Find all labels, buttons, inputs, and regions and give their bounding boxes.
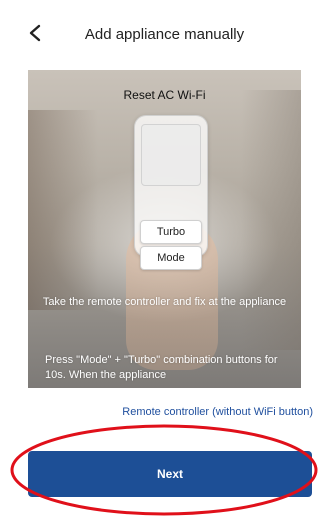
chevron-left-icon <box>29 24 41 42</box>
app-header: Add appliance manually <box>0 0 329 66</box>
next-button[interactable]: Next <box>28 451 312 497</box>
reset-title: Reset AC Wi-Fi <box>123 88 206 102</box>
remote-controller-illustration: Turbo Mode <box>134 115 208 270</box>
press-instruction-text: Press "Mode" + "Turbo" combination butto… <box>45 354 278 381</box>
back-button[interactable] <box>22 20 48 46</box>
page-title: Add appliance manually <box>84 26 245 43</box>
background-decor <box>28 110 98 310</box>
background-decor <box>241 90 301 350</box>
reset-instruction-image: Reset AC Wi-Fi Turbo Mode Take the remot… <box>28 70 301 388</box>
remote-without-wifi-link[interactable]: Remote controller (without WiFi button) <box>0 406 313 418</box>
remote-mode-button: Mode <box>140 246 202 270</box>
remote-turbo-button: Turbo <box>140 220 202 244</box>
remote-screen <box>141 124 201 186</box>
instruction-text: Take the remote controller and fix at th… <box>42 296 287 308</box>
